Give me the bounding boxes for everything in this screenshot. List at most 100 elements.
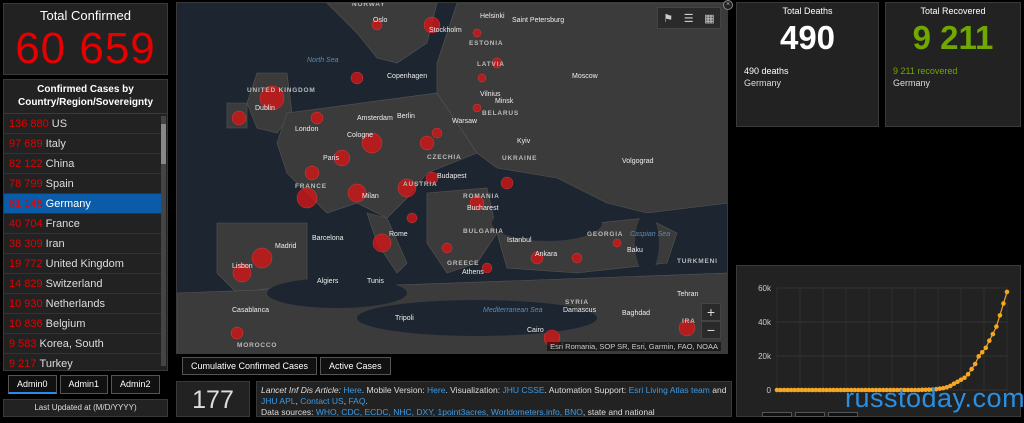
country-list-item[interactable]: 82 122 China [4,154,162,174]
tab-active-cases[interactable]: Active Cases [320,357,391,375]
contact-link[interactable]: Contact US [300,396,343,406]
map-label: Dublin [255,105,275,112]
map-label: Volgograd [622,158,654,165]
map-label: GREECE [447,260,480,267]
chart-point [976,354,981,359]
country-count: 97 689 [9,138,43,150]
country-list-item[interactable]: 10 930 Netherlands [4,294,162,314]
mobile-label: . Mobile Version: [361,385,427,395]
chart-point [972,361,978,367]
map-toolbar: ⚑ ☰ ▦ [657,7,721,29]
map-label: MOROCCO [237,342,278,349]
bottom-tab-2[interactable] [795,412,825,417]
country-list-item[interactable]: 19 772 United Kingdom [4,254,162,274]
country-list-item[interactable]: 9 217 Turkey [4,354,162,370]
country-list-scrollbar[interactable] [161,116,166,366]
bottom-tabs [762,412,858,417]
deaths-country: Germany [744,78,782,88]
map-label: Moscow [572,73,598,80]
jhu-apl-link[interactable]: JHU APL [261,396,296,406]
grid-icon[interactable]: ▦ [704,12,714,25]
list-icon[interactable]: ☰ [684,12,694,25]
total-recovered-value: 9 211 [912,19,994,56]
map-label: SYRIA [565,299,589,306]
zoom-in-button[interactable]: + [701,303,721,321]
map-label: Caspian Sea [630,231,671,238]
close-icon[interactable]: × [723,0,733,10]
country-list-item[interactable]: 61 146 Germany [4,194,162,214]
black-sea [492,205,602,241]
country-count: 136 880 [9,118,49,130]
map-view[interactable]: ⚑ ☰ ▦ + − Esri Romania, SOP SR, Esri, Ga… [176,2,728,354]
sources-links[interactable]: WHO, CDC, ECDC, NHC, DXY, 1point3acres, … [316,407,583,416]
chart-point [990,331,996,337]
map-label: Tripoli [395,315,414,322]
mobile-link[interactable]: Here [427,385,445,395]
bookmark-icon[interactable]: ⚑ [663,12,673,25]
country-name: Iran [45,238,65,250]
country-count: 10 836 [9,318,43,330]
esri-link[interactable]: Esri Living Atlas team [629,385,710,395]
chart-point [994,324,999,329]
country-count: 14 829 [9,278,43,290]
map-label: UNITED KINGDOM [247,87,316,94]
admin-tabs: Admin0 Admin1 Admin2 [8,375,160,394]
country-count: 61 146 [9,198,43,210]
map-label: CZECHIA [427,154,462,161]
map-label: Athens [462,269,484,276]
country-list-item[interactable]: 38 309 Iran [4,234,162,254]
sources-label: Data sources: [261,407,316,417]
country-list-item[interactable]: 10 836 Belgium [4,314,162,334]
country-list-item[interactable]: 9 583 Korea, South [4,334,162,354]
tab-admin1[interactable]: Admin1 [59,375,109,394]
map-label: UKRAINE [502,155,538,162]
jhu-csse-link[interactable]: JHU CSSE [502,385,544,395]
country-list-item[interactable]: 14 829 Switzerland [4,274,162,294]
country-list-item[interactable]: 40 704 France [4,214,162,234]
tab-admin2[interactable]: Admin2 [111,375,160,394]
tab-cumulative-confirmed[interactable]: Cumulative Confirmed Cases [182,357,318,375]
country-list-panel: Confirmed Cases by Country/Region/Sovere… [3,79,168,371]
article-link[interactable]: Here [343,385,361,395]
country-name: China [45,158,75,170]
map-label: Damascus [563,307,597,314]
chart-point [965,371,971,377]
tab-admin0[interactable]: Admin0 [8,375,57,394]
automation-label: . Automation Support: [544,385,629,395]
count-panel: 177 [176,381,250,417]
last-updated-panel: Last Updated at (M/D/YYYY) [3,399,168,417]
watermark: russtoday.com [845,383,1024,413]
map-label: Madrid [275,243,297,250]
chart-point [1001,301,1006,306]
recovered-country: Germany [893,78,931,88]
map-label: FRANCE [295,183,327,190]
map-label: IRA [682,318,696,325]
country-count: 9 583 [9,338,37,350]
country-list-item[interactable]: 78 799 Spain [4,174,162,194]
viz-label: . Visualization: [445,385,503,395]
bottom-tab-1[interactable] [762,412,792,417]
total-confirmed-value: 60 659 [15,24,156,73]
map-label: Tehran [677,291,699,298]
map-label: Warsaw [452,118,478,125]
faq-link[interactable]: FAQ [348,396,365,406]
map-label: TURKMENI [677,258,718,265]
map-label: Berlin [397,113,415,120]
country-count: 19 772 [9,258,43,270]
total-recovered-label: Total Recovered [920,6,986,16]
info-line2: Data sources: WHO, CDC, ECDC, NHC, DXY, … [261,407,727,417]
chart-point [1004,289,1010,295]
country-name: United Kingdom [45,258,124,270]
map-label: Kyiv [517,138,531,145]
country-name: Germany [45,198,91,210]
bottom-tab-3[interactable] [828,412,858,417]
scrollbar-thumb[interactable] [161,124,166,164]
count-value: 177 [192,386,234,414]
map-attribution: Esri Romania, SOP SR, Esri, Garmin, FAO,… [547,342,721,351]
country-list-item[interactable]: 136 880 US [4,114,162,134]
chart-point [997,313,1003,318]
chart-point [983,345,989,351]
country-list-item[interactable]: 97 689 Italy [4,134,162,154]
zoom-out-button[interactable]: − [701,321,721,339]
scandinavia-land [326,3,438,64]
